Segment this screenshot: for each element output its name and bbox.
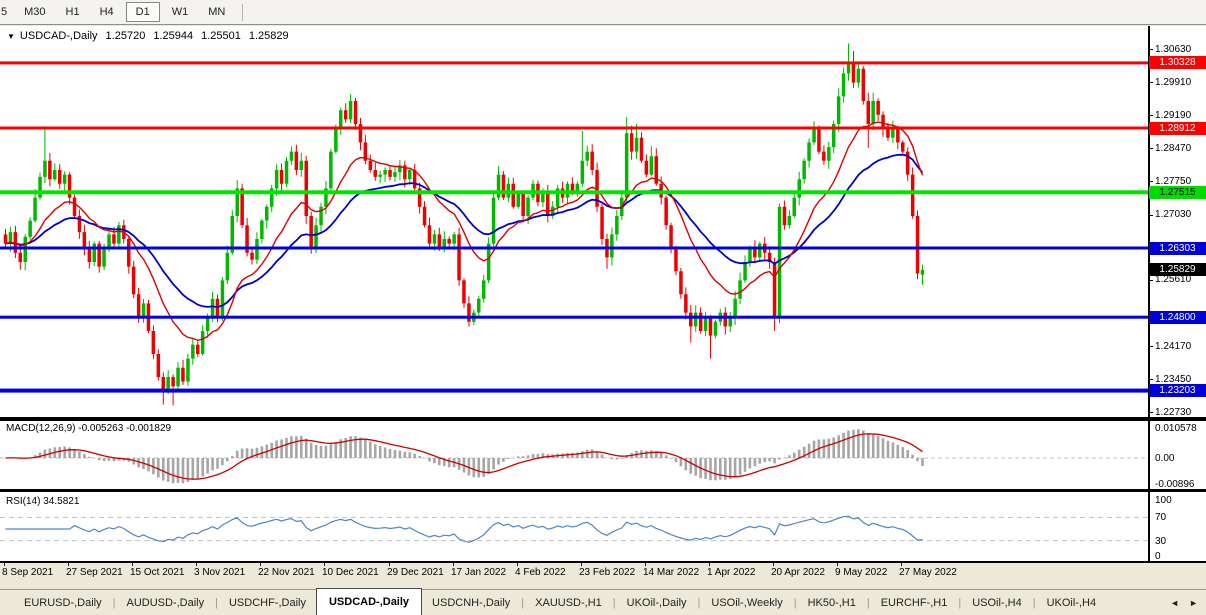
macd-axis-label: 0.00 [1155,453,1174,464]
rsi-label: RSI(14) 34.5821 [6,496,79,507]
date-tick [196,563,197,566]
price-tick-label: 1.22730 [1155,407,1191,418]
macd-axis-label: 0.010578 [1155,423,1197,434]
chart-symbol-label: USDCAD-,Daily [20,30,98,42]
tab-usdchf-daily[interactable]: USDCHF-,Daily [219,590,316,615]
date-tick [773,563,774,566]
date-label: 14 Mar 2022 [643,567,699,578]
price-badge: 1.23203 [1149,384,1206,397]
date-label: 1 Apr 2022 [707,567,755,578]
date-label: 3 Nov 2021 [194,567,245,578]
date-label: 29 Dec 2021 [387,567,444,578]
rsi-axis-label: 0 [1155,551,1161,562]
date-tick [581,563,582,566]
date-tick [709,563,710,566]
date-label: 9 May 2022 [835,567,887,578]
rsi-axis-label: 30 [1155,536,1166,547]
price-tick [1148,379,1153,380]
price-tick [1148,412,1153,413]
date-label: 27 Sep 2021 [66,567,123,578]
price-tick [1148,148,1153,149]
chart-title: ▼ USDCAD-,Daily 1.25720 1.25944 1.25501 1.258… [7,30,297,42]
date-tick [517,563,518,566]
ohlc-open: 1.25720 [106,30,146,42]
price-tick [1148,82,1153,83]
date-tick [389,563,390,566]
tab-ukoil-daily[interactable]: UKOil-,Daily [617,590,697,615]
price-badge: 1.28912 [1149,122,1206,135]
date-label: 20 Apr 2022 [771,567,825,578]
symbol-tabbar: EURUSD-,Daily|AUDUSD-,Daily|USDCHF-,Dail… [0,589,1206,615]
mt4-window: 5M30H1H4D1W1MN ▼USDCAD-,Daily1.257201.25… [0,0,1206,615]
tab-xauusd-h1[interactable]: XAUUSD-,H1 [525,590,612,615]
tab-hk50-h1[interactable]: HK50-,H1 [798,590,866,615]
price-tick [1148,49,1153,50]
ohlc-low: 1.25501 [201,30,241,42]
price-tick [1148,181,1153,182]
price-tick-label: 1.30630 [1155,44,1191,55]
price-badge: 1.25829 [1149,263,1206,276]
tab-usoil-h4[interactable]: USOil-,H4 [962,590,1032,615]
ohlc-high: 1.25944 [153,30,193,42]
ohlc-close: 1.25829 [249,30,289,42]
macd-label: MACD(12,26,9) -0.005263 -0.001829 [6,423,171,434]
price-badge: 1.30328 [1149,56,1206,69]
tab-usdcnh-daily[interactable]: USDCNH-,Daily [422,590,520,615]
price-tick [1148,215,1153,216]
tab-usdcad-daily[interactable]: USDCAD-,Daily [316,588,422,615]
date-tick [837,563,838,566]
price-tick [1148,346,1153,347]
date-tick [68,563,69,566]
date-label: 10 Dec 2021 [322,567,379,578]
price-tick-label: 1.28470 [1155,143,1191,154]
price-tick-label: 1.29190 [1155,110,1191,121]
price-badge: 1.26303 [1149,242,1206,255]
price-tick [1148,280,1153,281]
tab-scroll-controls: ◄► [1170,590,1206,615]
date-label: 15 Oct 2021 [130,567,184,578]
rsi-axis-label: 70 [1155,512,1166,523]
tab-scroll-left-icon[interactable]: ◄ [1170,598,1179,608]
tab-eurusd-daily[interactable]: EURUSD-,Daily [14,590,112,615]
date-tick [132,563,133,566]
macd-panel[interactable] [0,421,1148,489]
date-tick [453,563,454,566]
date-tick [645,563,646,566]
tab-scroll-right-icon[interactable]: ► [1189,598,1198,608]
date-label: 17 Jan 2022 [451,567,506,578]
main-chart-panel[interactable] [0,26,1148,417]
date-tick [4,563,5,566]
chart-dropdown-icon[interactable]: ▼ [7,32,15,41]
date-tick [901,563,902,566]
date-tick [324,563,325,566]
tab-audusd-daily[interactable]: AUDUSD-,Daily [116,590,214,615]
date-label: 23 Feb 2022 [579,567,635,578]
date-label: 27 May 2022 [899,567,957,578]
date-label: 4 Feb 2022 [515,567,566,578]
price-tick-label: 1.29910 [1155,77,1191,88]
price-badge: 1.27515 [1149,186,1206,199]
date-label: 22 Nov 2021 [258,567,315,578]
rsi-panel[interactable] [0,492,1148,561]
tab-ukoil-h4[interactable]: UKOil-,H4 [1037,590,1107,615]
date-tick [260,563,261,566]
price-badge: 1.24800 [1149,311,1206,324]
price-tick [1148,115,1153,116]
macd-axis-label: -0.00896 [1155,479,1194,490]
price-tick-label: 1.27030 [1155,209,1191,220]
date-label: 8 Sep 2021 [2,567,53,578]
price-tick-label: 1.24170 [1155,341,1191,352]
rsi-axis-label: 100 [1155,495,1172,506]
tab-usoil-weekly[interactable]: USOil-,Weekly [701,590,792,615]
tab-eurchf-h1[interactable]: EURCHF-,H1 [871,590,958,615]
tabbar-spacer [0,590,14,615]
